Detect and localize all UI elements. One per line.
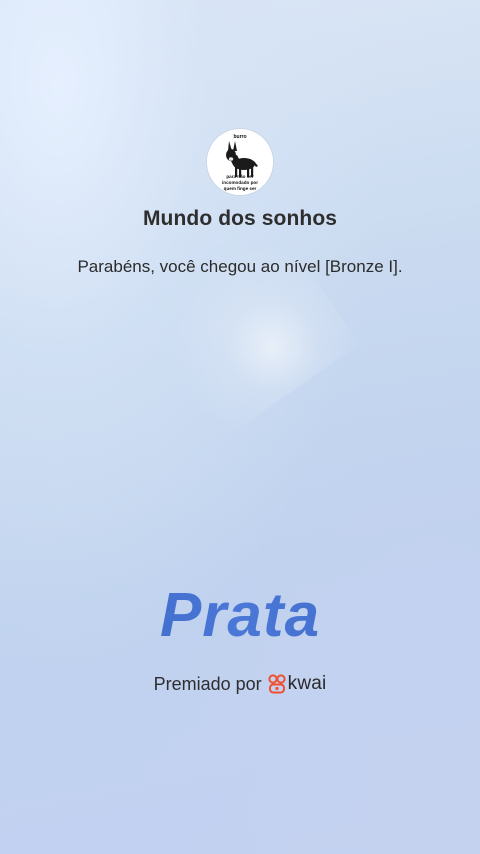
kwai-icon	[268, 674, 286, 694]
donkey-avatar-image: burro para não ser incomodado por quem f…	[207, 129, 273, 195]
avatar-caption-line-2: incomodado por	[222, 180, 258, 185]
level-up-message: Parabéns, você chegou ao nível [Bronze I…	[77, 257, 403, 276]
avatar[interactable]: burro para não ser incomodado por quem f…	[207, 129, 273, 195]
awarded-by: Premiado por kwai	[0, 673, 480, 695]
awarded-by-label: Premiado por	[153, 673, 262, 694]
kwai-logo: kwai	[268, 673, 327, 695]
profile-name: Mundo dos sonhos	[142, 207, 338, 230]
avatar-caption-top: burro	[233, 134, 246, 140]
avatar-caption-line-1: para não ser	[226, 174, 254, 179]
background-light-burst	[120, 212, 360, 448]
kwai-brand-text: kwai	[287, 673, 327, 694]
avatar-caption-line-3: quem finge ser	[224, 186, 257, 191]
tier-title: Prata	[0, 580, 480, 651]
